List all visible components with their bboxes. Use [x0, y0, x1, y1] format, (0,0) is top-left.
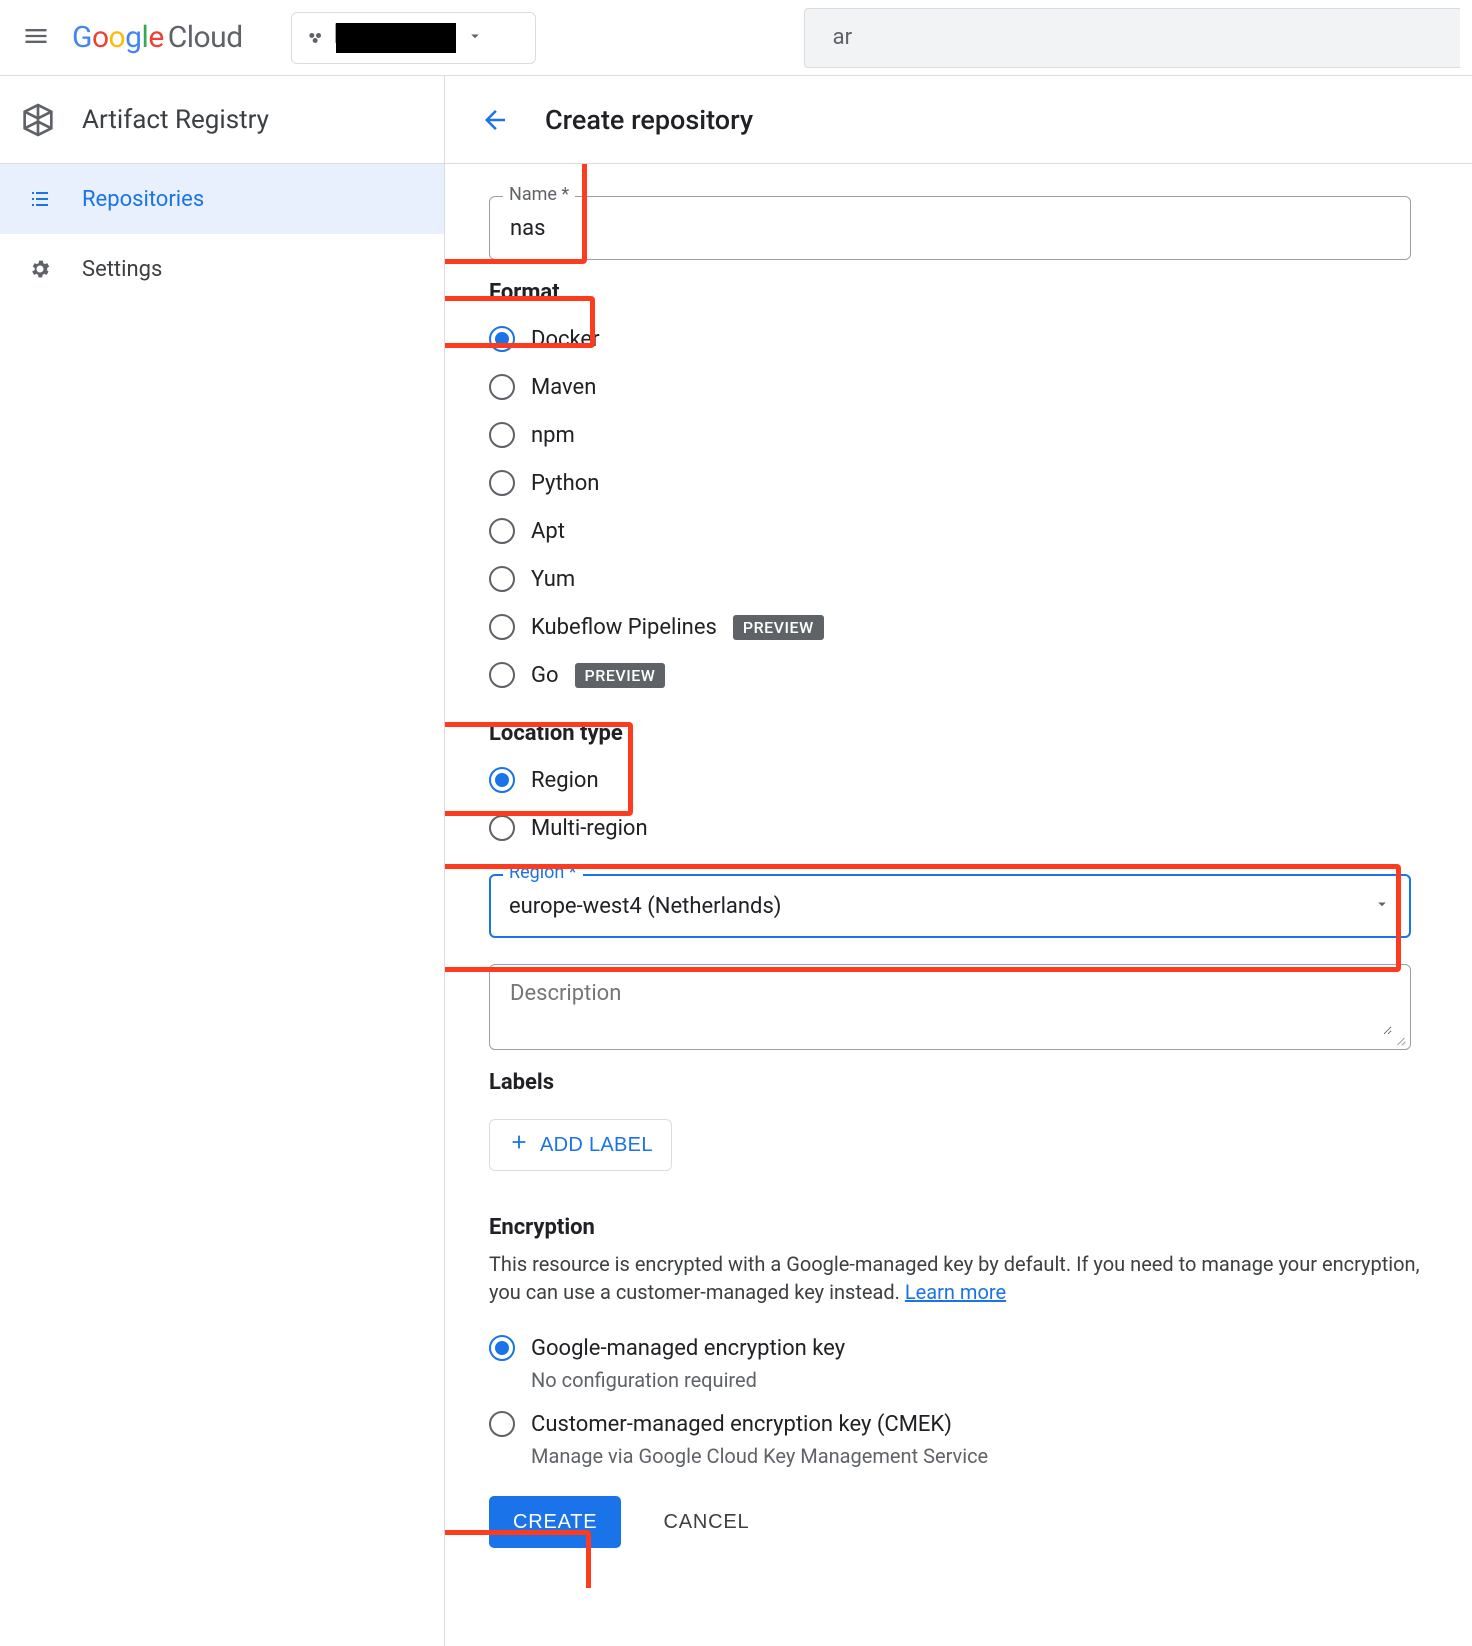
- radio-icon: [489, 1411, 515, 1437]
- plus-icon: [508, 1131, 530, 1159]
- resize-handle-icon: [1394, 1033, 1406, 1045]
- sidebar-item-label: Settings: [82, 257, 162, 282]
- form: Name * Format Docker Maven npm Python Apt Yum…: [445, 164, 1472, 1588]
- logo-cloud-word: Cloud: [168, 20, 243, 55]
- add-label-text: ADD LABEL: [540, 1134, 653, 1157]
- region-field-wrapper: Region * europe-west4 (Netherlands): [489, 874, 1411, 938]
- location-type-label: Location type: [489, 721, 1428, 746]
- format-option-go[interactable]: Go PREVIEW: [489, 651, 1428, 699]
- top-bar: Google Cloud ████████ ar: [0, 0, 1472, 76]
- radio-icon: [489, 374, 515, 400]
- artifact-registry-icon: [14, 96, 62, 144]
- format-option-yum[interactable]: Yum: [489, 555, 1428, 603]
- radio-hint: No configuration required: [531, 1368, 1428, 1392]
- name-outline: [489, 196, 1411, 260]
- caret-down-icon: [466, 27, 484, 49]
- nav-menu-button[interactable]: [12, 14, 60, 62]
- format-option-apt[interactable]: Apt: [489, 507, 1428, 555]
- radio-hint: Manage via Google Cloud Key Management S…: [531, 1444, 1428, 1468]
- search-bar[interactable]: ar: [804, 8, 1460, 68]
- labels-label: Labels: [489, 1070, 1428, 1095]
- radio-icon: [489, 566, 515, 592]
- encryption-label: Encryption: [489, 1215, 1428, 1240]
- radio-label: Docker: [531, 327, 600, 352]
- radio-icon: [489, 470, 515, 496]
- preview-badge: PREVIEW: [575, 663, 666, 688]
- location-type-option-region[interactable]: Region: [489, 756, 1428, 804]
- add-label-button[interactable]: ADD LABEL: [489, 1119, 672, 1171]
- create-button[interactable]: CREATE: [489, 1496, 621, 1548]
- cancel-button[interactable]: CANCEL: [657, 1510, 755, 1535]
- encryption-option-gm[interactable]: Google-managed encryption key: [489, 1324, 1428, 1372]
- encryption-option-cmek[interactable]: Customer-managed encryption key (CMEK): [489, 1400, 1428, 1448]
- location-type-option-multi[interactable]: Multi-region: [489, 804, 1428, 852]
- radio-icon: [489, 518, 515, 544]
- preview-badge: PREVIEW: [733, 615, 824, 640]
- project-picker[interactable]: ████████: [291, 12, 536, 64]
- format-option-npm[interactable]: npm: [489, 411, 1428, 459]
- format-option-kubeflow[interactable]: Kubeflow Pipelines PREVIEW: [489, 603, 1428, 651]
- list-icon: [26, 185, 54, 213]
- name-label: Name *: [503, 184, 575, 205]
- search-input-value: ar: [833, 25, 852, 50]
- project-name: ████████: [336, 23, 456, 53]
- radio-label: Yum: [531, 567, 575, 592]
- button-row: CREATE CANCEL: [489, 1496, 1428, 1548]
- format-option-python[interactable]: Python: [489, 459, 1428, 507]
- sidebar: Artifact Registry Repositories Settings: [0, 76, 445, 1646]
- radio-icon: [489, 662, 515, 688]
- region-select[interactable]: europe-west4 (Netherlands): [489, 874, 1411, 938]
- radio-label: npm: [531, 423, 575, 448]
- sidebar-item-settings[interactable]: Settings: [0, 234, 444, 304]
- radio-label: Python: [531, 471, 599, 496]
- sidebar-title: Artifact Registry: [82, 105, 269, 135]
- encryption-description: This resource is encrypted with a Google…: [489, 1250, 1428, 1306]
- page-title: Create repository: [545, 104, 753, 136]
- radio-label: Customer-managed encryption key (CMEK): [531, 1412, 952, 1437]
- description-outline: [489, 964, 1411, 1050]
- format-label: Format: [489, 280, 1428, 305]
- radio-label: Apt: [531, 519, 565, 544]
- sidebar-item-repositories[interactable]: Repositories: [0, 164, 444, 234]
- hamburger-icon: [22, 22, 50, 54]
- google-cloud-logo[interactable]: Google Cloud: [72, 20, 243, 55]
- radio-icon: [489, 422, 515, 448]
- region-value: europe-west4 (Netherlands): [509, 894, 1373, 919]
- radio-label: Multi-region: [531, 816, 648, 841]
- radio-icon: [489, 1335, 515, 1361]
- arrow-left-icon: [480, 105, 510, 135]
- project-icon: [306, 28, 326, 48]
- radio-icon: [489, 614, 515, 640]
- radio-icon: [489, 815, 515, 841]
- name-input[interactable]: [508, 215, 1392, 242]
- learn-more-link[interactable]: Learn more: [905, 1280, 1006, 1304]
- name-field-wrapper: Name *: [489, 196, 1411, 260]
- logo-google-word: Google: [72, 20, 164, 55]
- region-label: Region *: [503, 862, 583, 883]
- format-option-docker[interactable]: Docker: [489, 315, 1428, 363]
- radio-icon: [489, 326, 515, 352]
- description-input[interactable]: [508, 979, 1392, 1035]
- radio-label: Region: [531, 768, 599, 793]
- sidebar-item-label: Repositories: [82, 187, 204, 212]
- description-field-wrapper: [489, 964, 1411, 1050]
- page-header: Create repository: [445, 76, 1472, 164]
- format-option-maven[interactable]: Maven: [489, 363, 1428, 411]
- main-content: Create repository Name * Format Docker Ma…: [445, 76, 1472, 1646]
- radio-icon: [489, 767, 515, 793]
- gear-icon: [26, 255, 54, 283]
- radio-label: Maven: [531, 375, 596, 400]
- radio-label: Google-managed encryption key: [531, 1336, 845, 1361]
- radio-label: Kubeflow Pipelines: [531, 615, 717, 640]
- caret-down-icon: [1373, 895, 1391, 917]
- radio-label: Go: [531, 663, 559, 688]
- back-button[interactable]: [479, 104, 511, 136]
- sidebar-header: Artifact Registry: [0, 76, 444, 164]
